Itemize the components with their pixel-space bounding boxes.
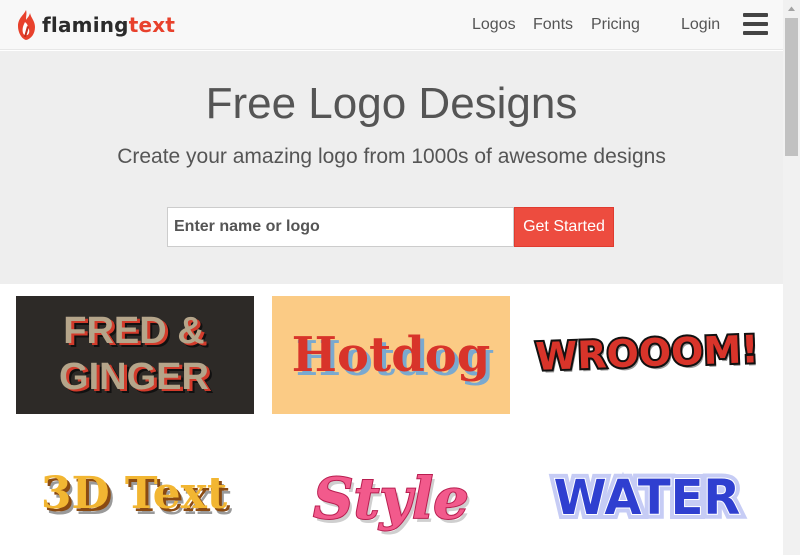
nav-fonts-link[interactable]: Fonts — [533, 16, 573, 34]
hero-subtitle: Create your amazing logo from 1000s of a… — [117, 145, 666, 168]
hero-section: Free Logo Designs Create your amazing lo… — [0, 51, 783, 284]
logo-tile-wrooom[interactable]: WROOOM! WROOOM! — [528, 296, 766, 414]
logo-text: Hotdog — [292, 327, 491, 383]
hamburger-menu-icon[interactable] — [743, 13, 768, 35]
logo-tile-fred-ginger[interactable]: FRED & FRED & FRED & GINGER GINGER GINGE… — [16, 296, 254, 414]
logo-name-input[interactable] — [167, 207, 514, 247]
scrollbar-thumb[interactable] — [785, 18, 798, 156]
logo-text: WATER — [554, 470, 741, 526]
logo-text: 3D Text — [41, 468, 228, 519]
brand-logo[interactable]: flamingtext — [14, 9, 175, 41]
navbar: flamingtext Logos Fonts Pricing Login — [0, 0, 783, 50]
logo-tile-water[interactable]: WATER WATER — [528, 434, 766, 552]
nav-logos-link[interactable]: Logos — [472, 16, 516, 34]
logo-text: WROOOM! — [535, 327, 760, 379]
flame-icon — [18, 10, 35, 40]
logo-text-line-2: GINGER — [59, 356, 209, 398]
logo-tile-style[interactable]: Style Style — [272, 434, 510, 552]
brand-name: flamingtext — [42, 13, 176, 37]
nav-login-link[interactable]: Login — [681, 16, 720, 34]
nav-pricing-link[interactable]: Pricing — [591, 16, 640, 34]
vertical-scrollbar[interactable] — [783, 0, 800, 555]
logo-text-line-1: FRED & — [63, 310, 204, 352]
logo-text: Style — [313, 466, 469, 532]
hero-title: Free Logo Designs — [205, 79, 578, 128]
logo-tile-hotdog[interactable]: Hotdog Hotdog — [272, 296, 510, 414]
get-started-button[interactable]: Get Started — [514, 207, 614, 247]
scroll-up-arrow-icon[interactable] — [783, 0, 800, 17]
logo-tile-3d-text[interactable]: 3D Text 3D Text 3D Text — [16, 434, 254, 552]
